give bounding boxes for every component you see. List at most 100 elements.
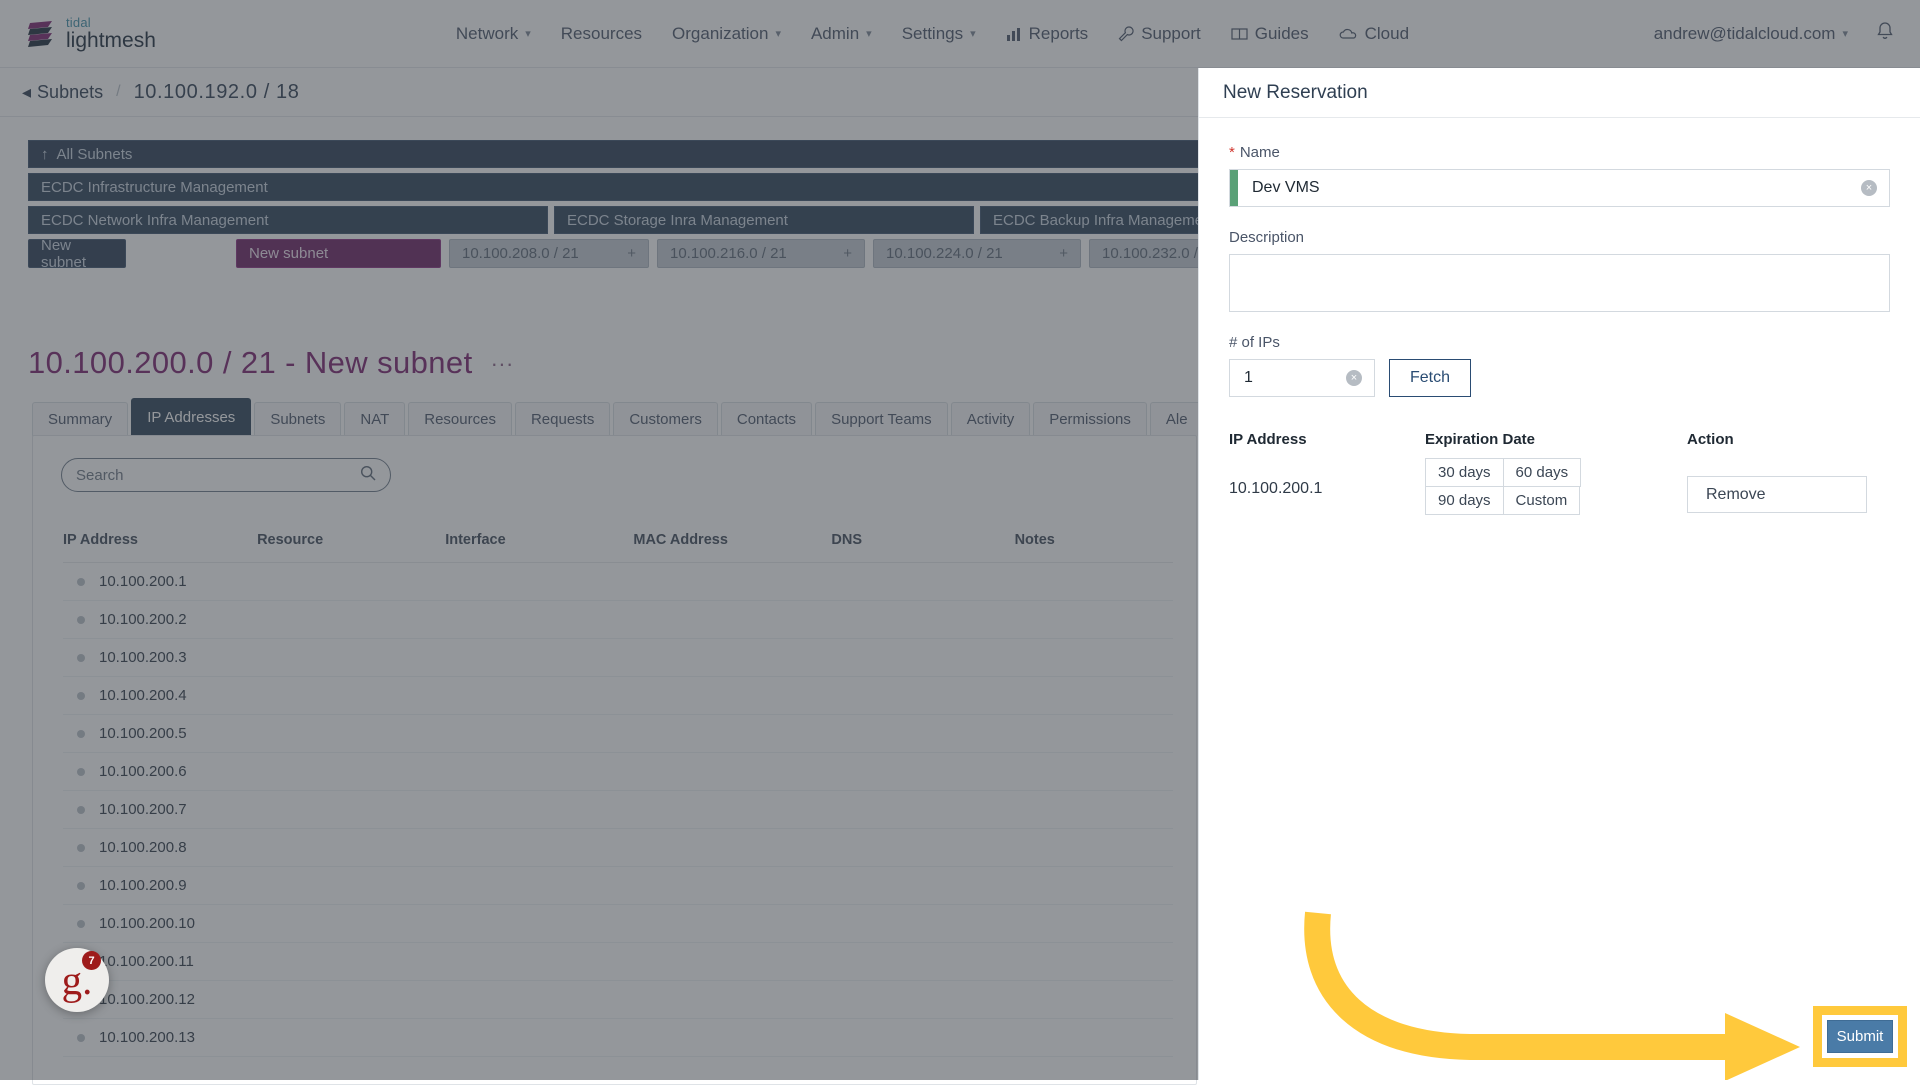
table-row[interactable]: 10.100.200.8	[63, 829, 1173, 867]
nav-item-organization[interactable]: Organization ▾	[672, 24, 781, 44]
status-dot-icon	[77, 729, 85, 738]
nav-item-settings[interactable]: Settings ▾	[902, 24, 976, 44]
subnet-chip-10-100-224-0[interactable]: 10.100.224.0 / 21 +	[873, 239, 1081, 268]
tab-alerts[interactable]: Ale	[1149, 402, 1204, 436]
hierarchy-level2-network[interactable]: ECDC Network Infra Management	[28, 206, 548, 234]
table-row[interactable]: 10.100.200.6	[63, 753, 1173, 791]
table-row[interactable]: 10.100.200.4	[63, 677, 1173, 715]
chevron-down-icon: ▾	[775, 28, 781, 40]
plus-icon[interactable]: +	[843, 245, 852, 262]
breadcrumb-back-link[interactable]: ◂ Subnets	[22, 82, 103, 103]
table-row[interactable]: 10.100.200.7	[63, 791, 1173, 829]
tab-label: Summary	[48, 411, 113, 428]
table-row[interactable]: 10.100.200.12	[63, 981, 1173, 1019]
overflow-menu-icon[interactable]: ···	[491, 351, 514, 381]
nav-item-network[interactable]: Network ▾	[456, 24, 531, 44]
nav-label-support: Support	[1141, 23, 1201, 43]
name-field-label: * Name	[1229, 144, 1890, 161]
nav-item-reports[interactable]: Reports	[1006, 24, 1088, 44]
table-row[interactable]: 10.100.200.5	[63, 715, 1173, 753]
cell-ip-address: 10.100.200.3	[99, 649, 187, 666]
nav-item-support[interactable]: Support	[1118, 24, 1201, 44]
hierarchy-level2-storage[interactable]: ECDC Storage Inra Management	[554, 206, 974, 234]
lightmesh-logo-icon	[26, 18, 56, 50]
nav-item-cloud[interactable]: Cloud	[1339, 24, 1409, 44]
hierarchy-level2-label: ECDC Storage Inra Management	[567, 211, 788, 229]
account-menu[interactable]: andrew@tidalcloud.com ▾	[1654, 24, 1848, 44]
table-row[interactable]: 10.100.200.13	[63, 1019, 1173, 1057]
tab-nat[interactable]: NAT	[344, 402, 406, 436]
status-dot-icon	[77, 881, 85, 890]
cell-ip-address: 10.100.200.9	[99, 877, 187, 894]
cell-ip-address: 10.100.200.1	[99, 573, 187, 590]
plus-icon[interactable]: +	[627, 245, 636, 262]
table-row[interactable]: 10.100.200.11	[63, 943, 1173, 981]
bell-icon[interactable]	[1876, 21, 1894, 47]
table-row[interactable]: 10.100.200.1	[63, 563, 1173, 601]
tab-support-teams[interactable]: Support Teams	[815, 402, 948, 436]
search-icon[interactable]	[360, 465, 376, 485]
expiration-options: 30 days 60 days 90 days Custom	[1425, 458, 1687, 515]
tab-ip-addresses[interactable]: IP Addresses	[131, 398, 252, 436]
nav-label-cloud: Cloud	[1364, 23, 1410, 43]
subnet-chip-10-100-208-0[interactable]: 10.100.208.0 / 21 +	[449, 239, 649, 268]
subnet-chip-new-subnet-selected[interactable]: New subnet	[236, 239, 441, 268]
remove-reservation-button[interactable]: Remove	[1687, 476, 1867, 513]
ips-count-input[interactable]: 1 ×	[1229, 359, 1375, 397]
tab-activity[interactable]: Activity	[950, 402, 1031, 436]
ip-addresses-panel: Search IP Address Resource Interface MAC…	[32, 435, 1197, 1085]
ips-count-value: 1	[1244, 369, 1253, 386]
brand-name-bottom: lightmesh	[66, 29, 156, 52]
expiration-option-custom[interactable]: Custom	[1502, 486, 1581, 515]
expiration-option-30-days[interactable]: 30 days	[1425, 458, 1504, 487]
column-header-mac-address: MAC Address	[633, 532, 728, 548]
hierarchy-all-subnets-label: All Subnets	[56, 145, 133, 163]
table-row[interactable]: 10.100.200.3	[63, 639, 1173, 677]
tab-resources[interactable]: Resources	[408, 402, 512, 436]
submit-button[interactable]: Submit	[1827, 1020, 1893, 1053]
tab-permissions[interactable]: Permissions	[1033, 402, 1147, 436]
expiration-option-90-days[interactable]: 90 days	[1425, 486, 1504, 515]
tab-requests[interactable]: Requests	[514, 402, 611, 436]
tab-contacts[interactable]: Contacts	[720, 402, 813, 436]
subnet-chip-label: 10.100.224.0 / 21	[886, 245, 1003, 262]
plus-icon[interactable]: +	[1059, 245, 1068, 262]
name-field[interactable]: Dev VMS ×	[1229, 169, 1890, 207]
column-header-ip-address: IP Address	[63, 532, 138, 548]
breadcrumb-current: 10.100.192.0 / 18	[133, 80, 300, 103]
book-icon	[1231, 27, 1248, 41]
brand-logo[interactable]: tidal lightmesh	[26, 16, 156, 51]
tab-subnets[interactable]: Subnets	[254, 402, 342, 436]
table-row[interactable]: 10.100.200.9	[63, 867, 1173, 905]
table-row[interactable]: 10.100.200.10	[63, 905, 1173, 943]
hierarchy-level2-label: ECDC Backup Infra Management	[993, 211, 1216, 229]
column-header-dns: DNS	[831, 532, 863, 548]
guide-helper-badge[interactable]: g. 7	[45, 948, 109, 1012]
search-placeholder: Search	[76, 466, 124, 484]
tab-summary[interactable]: Summary	[32, 402, 129, 436]
back-arrow-icon: ◂	[22, 81, 32, 102]
cloud-icon	[1339, 27, 1358, 41]
status-dot-icon	[77, 843, 85, 852]
expiration-option-60-days[interactable]: 60 days	[1502, 458, 1582, 487]
search-input[interactable]: Search	[61, 458, 391, 492]
nav-label-admin: Admin	[810, 23, 860, 43]
nav-label-settings: Settings	[901, 23, 964, 43]
nav-item-admin[interactable]: Admin ▾	[811, 24, 872, 44]
chevron-down-icon: ▾	[970, 28, 976, 40]
nav-label-network: Network	[455, 23, 519, 43]
reservation-action-cell: Remove	[1687, 458, 1867, 514]
clear-name-icon[interactable]: ×	[1861, 180, 1877, 196]
tab-customers[interactable]: Customers	[613, 402, 718, 436]
nav-item-guides[interactable]: Guides	[1231, 24, 1309, 44]
cell-ip-address: 10.100.200.8	[99, 839, 187, 856]
description-field[interactable]	[1229, 254, 1890, 312]
clear-ips-count-icon[interactable]: ×	[1346, 370, 1362, 386]
nav-item-resources[interactable]: Resources	[561, 24, 642, 44]
cell-ip-address: 10.100.200.11	[99, 953, 194, 970]
table-row[interactable]: 10.100.200.2	[63, 601, 1173, 639]
subnet-chip-new-subnet-dark[interactable]: New subnet	[28, 237, 126, 271]
subnet-chip-10-100-216-0[interactable]: 10.100.216.0 / 21 +	[657, 239, 865, 268]
reservation-table-header: IP Address Expiration Date Action	[1229, 431, 1890, 448]
fetch-button[interactable]: Fetch	[1389, 359, 1472, 397]
